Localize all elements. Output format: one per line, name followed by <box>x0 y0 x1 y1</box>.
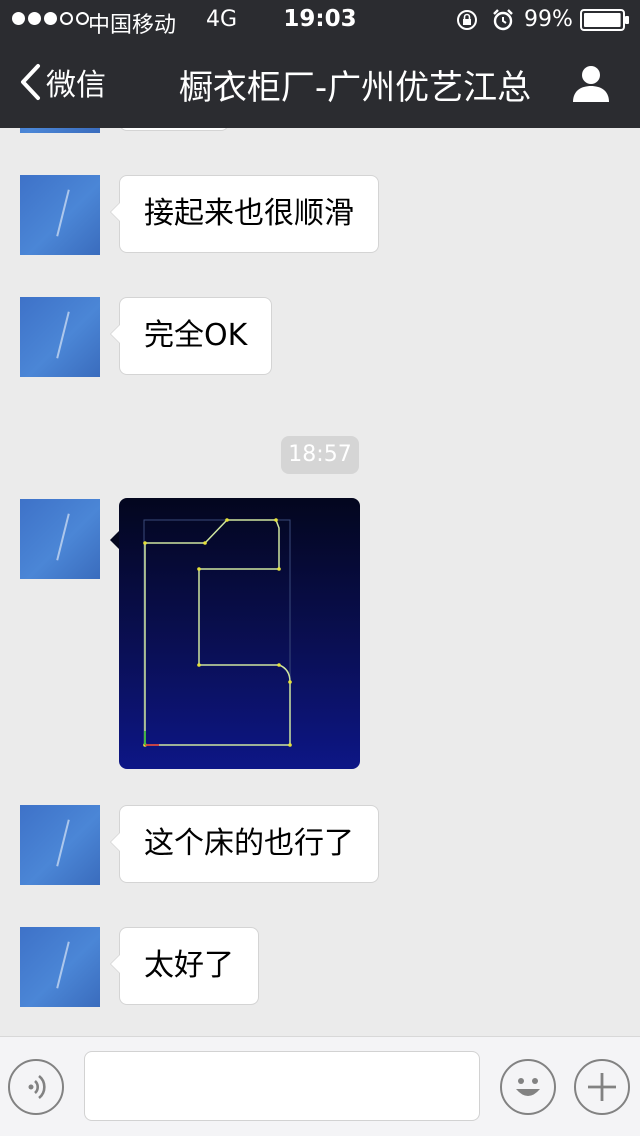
message-bubble[interactable]: 这个床的也行了 <box>110 805 379 883</box>
contact-avatar[interactable] <box>20 297 100 377</box>
contact-avatar[interactable] <box>20 128 100 133</box>
nav-bar: 微信 橱衣柜厂-广州优艺江总 <box>0 40 640 128</box>
time-stamp: 18:57 <box>281 436 359 474</box>
image-message[interactable] <box>119 498 360 769</box>
top-bar: 中国移动 4G 19:03 99% 微信 橱衣柜厂-广州优艺江总 <box>0 0 640 128</box>
back-button[interactable]: 微信 <box>18 60 106 104</box>
more-button[interactable] <box>574 1059 630 1115</box>
message-bubble[interactable]: 完全OK <box>109 297 273 375</box>
chat-title: 橱衣柜厂-广州优艺江总 <box>178 68 532 108</box>
message-bubble-partial[interactable] <box>119 128 229 131</box>
person-icon[interactable] <box>570 62 612 104</box>
message-bubble[interactable]: 接起来也很顺滑 <box>110 175 379 253</box>
plus-icon <box>588 1073 616 1101</box>
back-label: 微信 <box>46 68 106 103</box>
rotation-lock-icon <box>457 10 477 30</box>
voice-icon <box>28 1074 46 1100</box>
contact-avatar[interactable] <box>20 927 100 1007</box>
contact-avatar[interactable] <box>20 175 100 255</box>
cad-drawing-image <box>143 518 292 747</box>
chevron-left-icon <box>21 64 40 100</box>
contact-avatar[interactable] <box>20 805 100 885</box>
contact-avatar[interactable] <box>20 499 100 579</box>
battery-percent: 99% <box>524 7 573 32</box>
voice-button[interactable] <box>8 1059 64 1115</box>
emoji-button[interactable] <box>500 1059 556 1115</box>
emoji-icon <box>516 1078 540 1096</box>
message-bubble[interactable]: 太好了 <box>110 927 259 1005</box>
input-bar <box>0 1036 640 1136</box>
battery-icon <box>580 9 629 31</box>
chat-area[interactable]: 接起来也很顺滑 完全OK 18:57 这个床的也行了 太好了 <box>0 128 640 1036</box>
status-bar: 中国移动 4G 19:03 99% <box>0 0 640 40</box>
alarm-icon <box>493 9 513 31</box>
message-input[interactable] <box>84 1051 480 1121</box>
